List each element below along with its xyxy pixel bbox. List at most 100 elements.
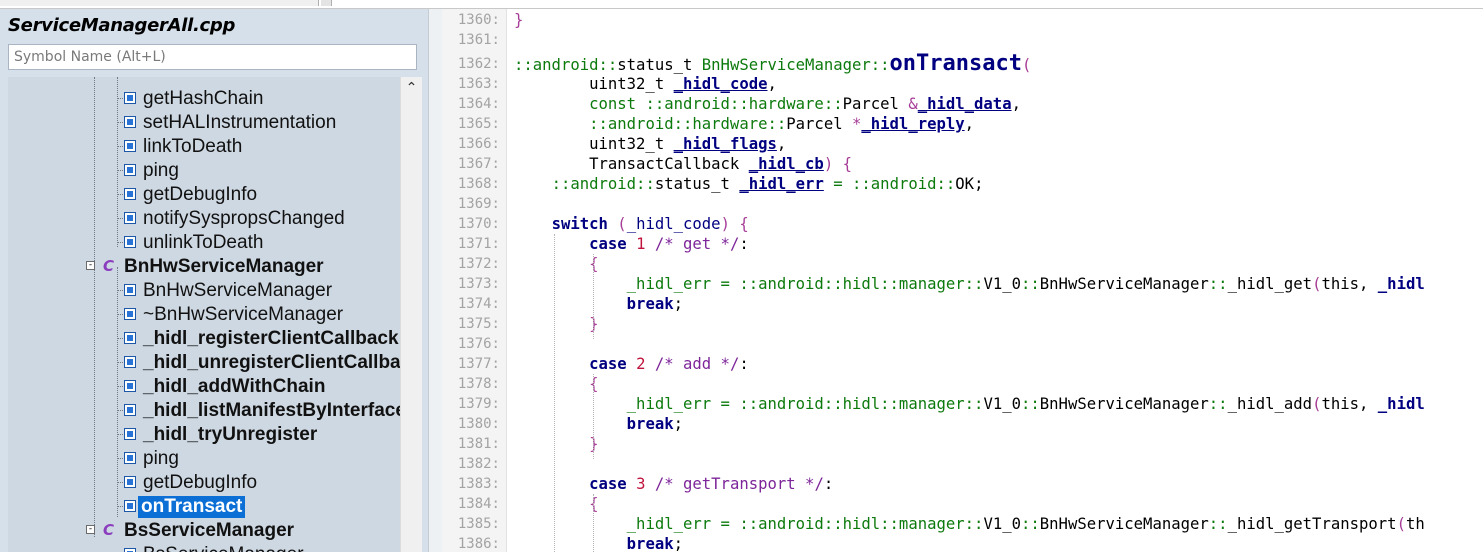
- line-number: 1366:: [457, 136, 500, 152]
- tree-node-label: getDebugInfo: [143, 184, 258, 205]
- tree-node-label: notifySyspropsChanged: [143, 208, 345, 229]
- tree-branch-line: [118, 314, 123, 315]
- line-number: 1370:: [457, 216, 500, 232]
- tree-method-node[interactable]: getDebugInfo: [8, 471, 400, 495]
- symbol-sidebar: ServiceManagerAll.cpp getHashChain setHAL…: [0, 9, 428, 552]
- line-number: 1386:: [457, 536, 500, 552]
- tree-node-label: _hidl_unregisterClientCallbac: [143, 352, 400, 373]
- tree-scrollbar[interactable]: ⌃: [400, 77, 422, 552]
- line-number: 1368:: [457, 176, 500, 192]
- code-line[interactable]: ::android::status_t BnHwServiceManager::…: [514, 53, 1031, 75]
- method-icon: [124, 92, 136, 104]
- line-number: 1372:: [457, 256, 500, 272]
- code-line[interactable]: uint32_t _hidl_code,: [514, 74, 777, 94]
- line-number: 1371:: [457, 236, 500, 252]
- line-number: 1364:: [457, 96, 500, 112]
- tree-method-node[interactable]: onTransact: [8, 495, 400, 519]
- code-line[interactable]: break;: [514, 294, 683, 314]
- tree-branch-line: [118, 386, 123, 387]
- code-line[interactable]: }: [514, 434, 598, 454]
- tree-branch-line: [118, 338, 123, 339]
- code-line[interactable]: switch (_hidl_code) {: [514, 214, 749, 234]
- editor-tab-close[interactable]: [321, 0, 332, 6]
- code-line[interactable]: uint32_t _hidl_flags,: [514, 134, 786, 154]
- tree-method-node[interactable]: _hidl_registerClientCallback: [8, 327, 400, 351]
- tree-class-node[interactable]: - C BsServiceManager: [8, 519, 400, 543]
- indent-guide: [593, 494, 594, 552]
- code-line[interactable]: }: [514, 10, 523, 30]
- tree-method-node[interactable]: ~BnHwServiceManager: [8, 303, 400, 327]
- code-line[interactable]: break;: [514, 414, 683, 434]
- code-line[interactable]: }: [514, 314, 598, 334]
- tree-node-label: ~BnHwServiceManager: [143, 304, 344, 325]
- code-line[interactable]: ::android::hardware::Parcel *_hidl_reply…: [514, 114, 974, 134]
- tree-node-label: ping: [143, 448, 179, 469]
- code-line[interactable]: break;: [514, 534, 683, 552]
- tree-method-node[interactable]: getHashChain: [8, 87, 400, 111]
- pane-splitter[interactable]: [428, 9, 443, 552]
- tree-method-node[interactable]: ping: [8, 447, 400, 471]
- tree-method-node[interactable]: BnHwServiceManager: [8, 279, 400, 303]
- line-number: 1383:: [457, 476, 500, 492]
- class-icon: C: [103, 521, 115, 539]
- code-line[interactable]: ::android::status_t _hidl_err = ::androi…: [514, 174, 984, 194]
- tree-method-node[interactable]: notifySyspropsChanged: [8, 207, 400, 231]
- method-icon: [124, 428, 136, 440]
- collapse-toggle-icon[interactable]: -: [86, 525, 95, 534]
- tree-branch-line: [118, 290, 123, 291]
- code-line[interactable]: _hidl_err = ::android::hidl::manager::V1…: [514, 514, 1425, 534]
- indent-guide: [554, 234, 555, 552]
- tree-method-node[interactable]: linkToDeath: [8, 135, 400, 159]
- tree-method-node[interactable]: ping: [8, 159, 400, 183]
- code-line[interactable]: case 2 /* add */:: [514, 354, 749, 374]
- code-line[interactable]: case 3 /* getTransport */:: [514, 474, 833, 494]
- collapse-toggle-icon[interactable]: -: [86, 261, 95, 270]
- tree-method-node[interactable]: setHALInstrumentation: [8, 111, 400, 135]
- method-icon: [124, 212, 136, 224]
- tree-method-node[interactable]: _hidl_addWithChain: [8, 375, 400, 399]
- tree-node-label: onTransact: [138, 496, 246, 518]
- method-icon: [124, 380, 136, 392]
- tree-branch-line: [118, 506, 123, 507]
- code-line[interactable]: {: [514, 374, 598, 394]
- indent-guide: [593, 254, 594, 339]
- tree-branch-line: [118, 242, 123, 243]
- code-line[interactable]: _hidl_err = ::android::hidl::manager::V1…: [514, 274, 1425, 294]
- code-line[interactable]: const ::android::hardware::Parcel &_hidl…: [514, 94, 1021, 114]
- tree-method-node[interactable]: _hidl_unregisterClientCallbac: [8, 351, 400, 375]
- symbol-search-input[interactable]: [8, 44, 417, 70]
- code-line[interactable]: case 1 /* get */:: [514, 234, 749, 254]
- code-editor[interactable]: 1360: 1361: 1362: 1363: 1364: 1365: 1366: 1367:…: [442, 9, 1483, 552]
- method-icon: [124, 164, 136, 176]
- tree-branch-line: [118, 194, 123, 195]
- tree-method-node[interactable]: unlinkToDeath: [8, 231, 400, 255]
- tree-node-label: _hidl_registerClientCallback: [143, 328, 399, 349]
- editor-tab[interactable]: [0, 0, 319, 6]
- tree-node-label: ping: [143, 160, 179, 181]
- code-line[interactable]: {: [514, 494, 598, 514]
- tree-method-node[interactable]: _hidl_listManifestByInterface: [8, 399, 400, 423]
- tree-node-label: BnHwServiceManager: [143, 280, 333, 301]
- tree-class-node[interactable]: - C BnHwServiceManager: [8, 255, 400, 279]
- method-icon: [124, 500, 136, 512]
- code-line[interactable]: TransactCallback _hidl_cb) {: [514, 154, 852, 174]
- line-number: 1381:: [457, 436, 500, 452]
- line-number: 1378:: [457, 376, 500, 392]
- tree-node-label: _hidl_listManifestByInterface: [143, 400, 400, 421]
- line-number: 1379:: [457, 396, 500, 412]
- method-icon: [124, 236, 136, 248]
- tree-branch-line: [118, 146, 123, 147]
- tree-branch-line: [118, 218, 123, 219]
- code-line[interactable]: _hidl_err = ::android::hidl::manager::V1…: [514, 394, 1425, 414]
- tree-method-node[interactable]: _hidl_tryUnregister: [8, 423, 400, 447]
- tab-strip: [0, 0, 1483, 9]
- tree-method-node[interactable]: getDebugInfo: [8, 183, 400, 207]
- scroll-up-icon[interactable]: ⌃: [401, 79, 422, 97]
- code-line[interactable]: {: [514, 254, 598, 274]
- tree-node-label: getHashChain: [143, 88, 264, 109]
- symbol-tree: getHashChain setHALInstrumentation linkToD…: [8, 77, 400, 552]
- method-icon: [124, 308, 136, 320]
- line-number: 1373:: [457, 276, 500, 292]
- tree-method-node[interactable]: BsServiceManager: [8, 543, 400, 552]
- tree-branch-line: [118, 122, 123, 123]
